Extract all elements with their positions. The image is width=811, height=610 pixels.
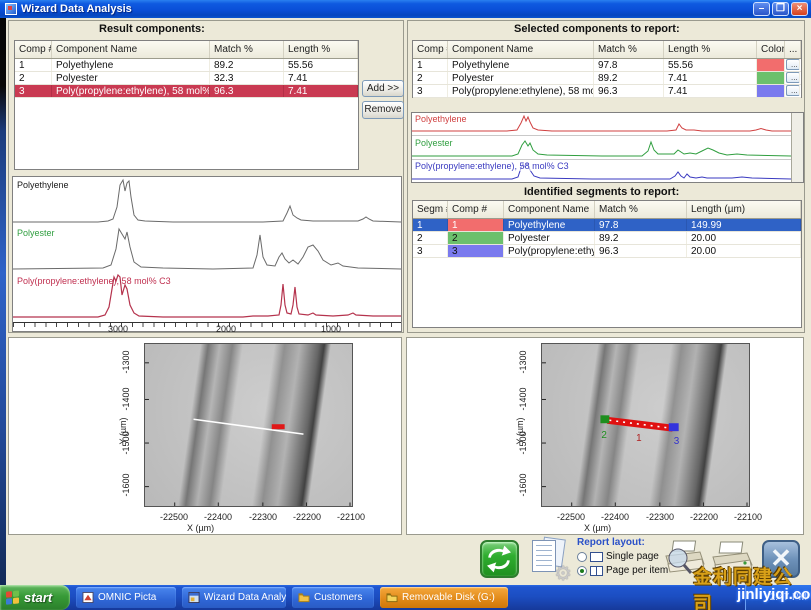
chart-series-label: Poly(propylene:ethylene), 58 mol% C3: [17, 276, 171, 286]
identified-segments-table[interactable]: Segm # Comp # Component Name Match % Len…: [412, 200, 802, 328]
microscope-image[interactable]: 2 1 3: [541, 343, 750, 507]
table-row[interactable]: 3 Poly(propylene:ethylene), 58 mol% C3 9…: [413, 85, 801, 98]
table-row[interactable]: 2 Polyester 89.2 7.41 ...: [413, 72, 801, 85]
single-page-icon: [590, 552, 603, 562]
spectrum-label: Polyester: [415, 138, 453, 148]
col-length[interactable]: Length %: [284, 41, 358, 58]
x-tick: 3000: [98, 324, 138, 334]
spectra-scrollbar[interactable]: [791, 113, 803, 182]
video-image-panel-left: Y (µm) -1300 -1400 -1500 -1600 -22500 -2…: [8, 337, 402, 535]
taskbar-button-wizard-data-analysis[interactable]: Wizard Data Analysis: [182, 587, 286, 608]
taskbar-button-omnic-picta[interactable]: OMNIC Picta: [76, 587, 176, 608]
spectrum-line-red: [412, 113, 791, 136]
segments-overlay: 2 1 3: [542, 344, 749, 506]
selected-components-title: Selected components to report:: [510, 23, 684, 35]
taskbar: start OMNIC Picta Wizard Data Analysis C…: [0, 585, 811, 610]
page-per-item-option[interactable]: Page per item: [577, 565, 668, 576]
spectrum-label: Polyethylene: [415, 114, 467, 124]
watermark-site: jinliyiqi.com: [737, 586, 811, 603]
mini-spectrum-polyethylene: Polyethylene: [412, 113, 791, 136]
chart-series-label: Polyester: [17, 228, 55, 238]
table-row[interactable]: 3 3 Poly(propylene:ethylene... 96.3 20.0…: [413, 245, 801, 258]
window-titlebar: Wizard Data Analysis – ❒ ×: [0, 0, 811, 18]
selected-spectra-panel: Polyethylene Polyester Poly(propylene:et…: [411, 112, 804, 183]
start-button[interactable]: start: [0, 585, 70, 610]
minimize-button[interactable]: –: [753, 2, 770, 16]
radio-single-page[interactable]: [577, 552, 587, 562]
microscope-image[interactable]: [144, 343, 353, 507]
spectrum-line-green: [412, 137, 791, 160]
radio-page-per-item[interactable]: [577, 566, 587, 576]
single-page-option[interactable]: Single page: [577, 551, 659, 562]
folder-icon: [298, 592, 310, 603]
report-settings-icon[interactable]: ⚙: [530, 538, 570, 582]
spectrum-label: Poly(propylene:ethylene), 58 mol% C3: [415, 161, 569, 171]
folder-icon: [386, 592, 398, 603]
close-button[interactable]: ×: [791, 2, 808, 16]
result-components-title: Result components:: [95, 23, 209, 35]
chart-series-label: Polyethylene: [17, 180, 69, 190]
wizard-icon: [188, 592, 200, 603]
app-icon: [5, 3, 17, 15]
mini-spectrum-poly-propylene: Poly(propylene:ethylene), 58 mol% C3: [412, 160, 791, 183]
refresh-button[interactable]: [480, 540, 519, 578]
measurement-overlay: [145, 344, 352, 506]
gear-icon: ⚙: [554, 561, 572, 586]
marker-3-label: 3: [674, 436, 680, 447]
taskbar-button-customers[interactable]: Customers: [292, 587, 374, 608]
mini-spectrum-polyester: Polyester: [412, 137, 791, 160]
chart-canvas: [13, 177, 401, 331]
table-row-selected[interactable]: 3 Poly(propylene:ethylene), 58 mol% C3 9…: [15, 85, 358, 98]
comp-color-cell: 2: [448, 232, 504, 244]
table-row[interactable]: 2 2 Polyester 89.2 20.00: [413, 232, 801, 245]
table-row[interactable]: 1 Polyethylene 89.2 55.56: [15, 59, 358, 72]
col-match[interactable]: Match %: [210, 41, 284, 58]
windows-logo-icon: [6, 590, 20, 605]
x-tick: 1000: [311, 324, 351, 334]
marker-2-label: 2: [601, 430, 607, 441]
x-axis-label: X (µm): [584, 523, 611, 533]
col-name[interactable]: Component Name: [52, 41, 210, 58]
maximize-button[interactable]: ❒: [772, 2, 789, 16]
sync-arrows-icon: [483, 543, 515, 575]
color-swatch-green: [757, 72, 785, 84]
color-swatch-blue: [757, 85, 785, 97]
x-axis-label: X (µm): [187, 523, 214, 533]
table-row[interactable]: 2 Polyester 32.3 7.41: [15, 72, 358, 85]
page-per-item-icon: [590, 566, 603, 576]
comp-color-cell: 1: [448, 219, 504, 231]
omnic-picta-icon: [82, 592, 94, 603]
segments-table-header[interactable]: Segm # Comp # Component Name Match % Len…: [413, 201, 801, 219]
identified-segments-title: Identified segments to report:: [520, 186, 683, 198]
result-table-header[interactable]: Comp # Component Name Match % Length %: [15, 41, 358, 59]
result-components-table[interactable]: Comp # Component Name Match % Length % 1…: [14, 40, 359, 170]
add-button[interactable]: Add >>: [362, 80, 404, 97]
color-picker-button[interactable]: ...: [786, 85, 800, 96]
marker-1-label: 1: [636, 433, 642, 444]
col-comp[interactable]: Comp #: [15, 41, 52, 58]
taskbar-button-removable-disk[interactable]: Removable Disk (G:): [380, 587, 508, 608]
x-tick: 2000: [206, 324, 246, 334]
comp-color-cell: 3: [448, 245, 504, 257]
desktop-background-strip: [0, 18, 6, 585]
spectra-chart[interactable]: Polyethylene Polyester Poly(propylene:et…: [12, 176, 402, 332]
selected-components-table[interactable]: Comp # Component Name Match % Length % C…: [412, 40, 802, 98]
remove-button[interactable]: Remove: [362, 101, 404, 119]
color-picker-button[interactable]: ...: [786, 72, 800, 83]
selected-table-header[interactable]: Comp # Component Name Match % Length % C…: [413, 41, 801, 59]
video-image-panel-right: Y (µm) -1300 -1400 -1500 -1600 2 1 3: [406, 337, 804, 535]
color-swatch-red: [757, 59, 785, 71]
table-row-selected[interactable]: 1 1 Polyethylene 97.8 149.99: [413, 219, 801, 232]
window-title: Wizard Data Analysis: [21, 3, 753, 15]
report-layout-label: Report layout:: [577, 537, 645, 548]
table-row[interactable]: 1 Polyethylene 97.8 55.56 ...: [413, 59, 801, 72]
color-picker-button[interactable]: ...: [786, 59, 800, 70]
screen: Wizard Data Analysis – ❒ × Result compon…: [0, 0, 811, 610]
